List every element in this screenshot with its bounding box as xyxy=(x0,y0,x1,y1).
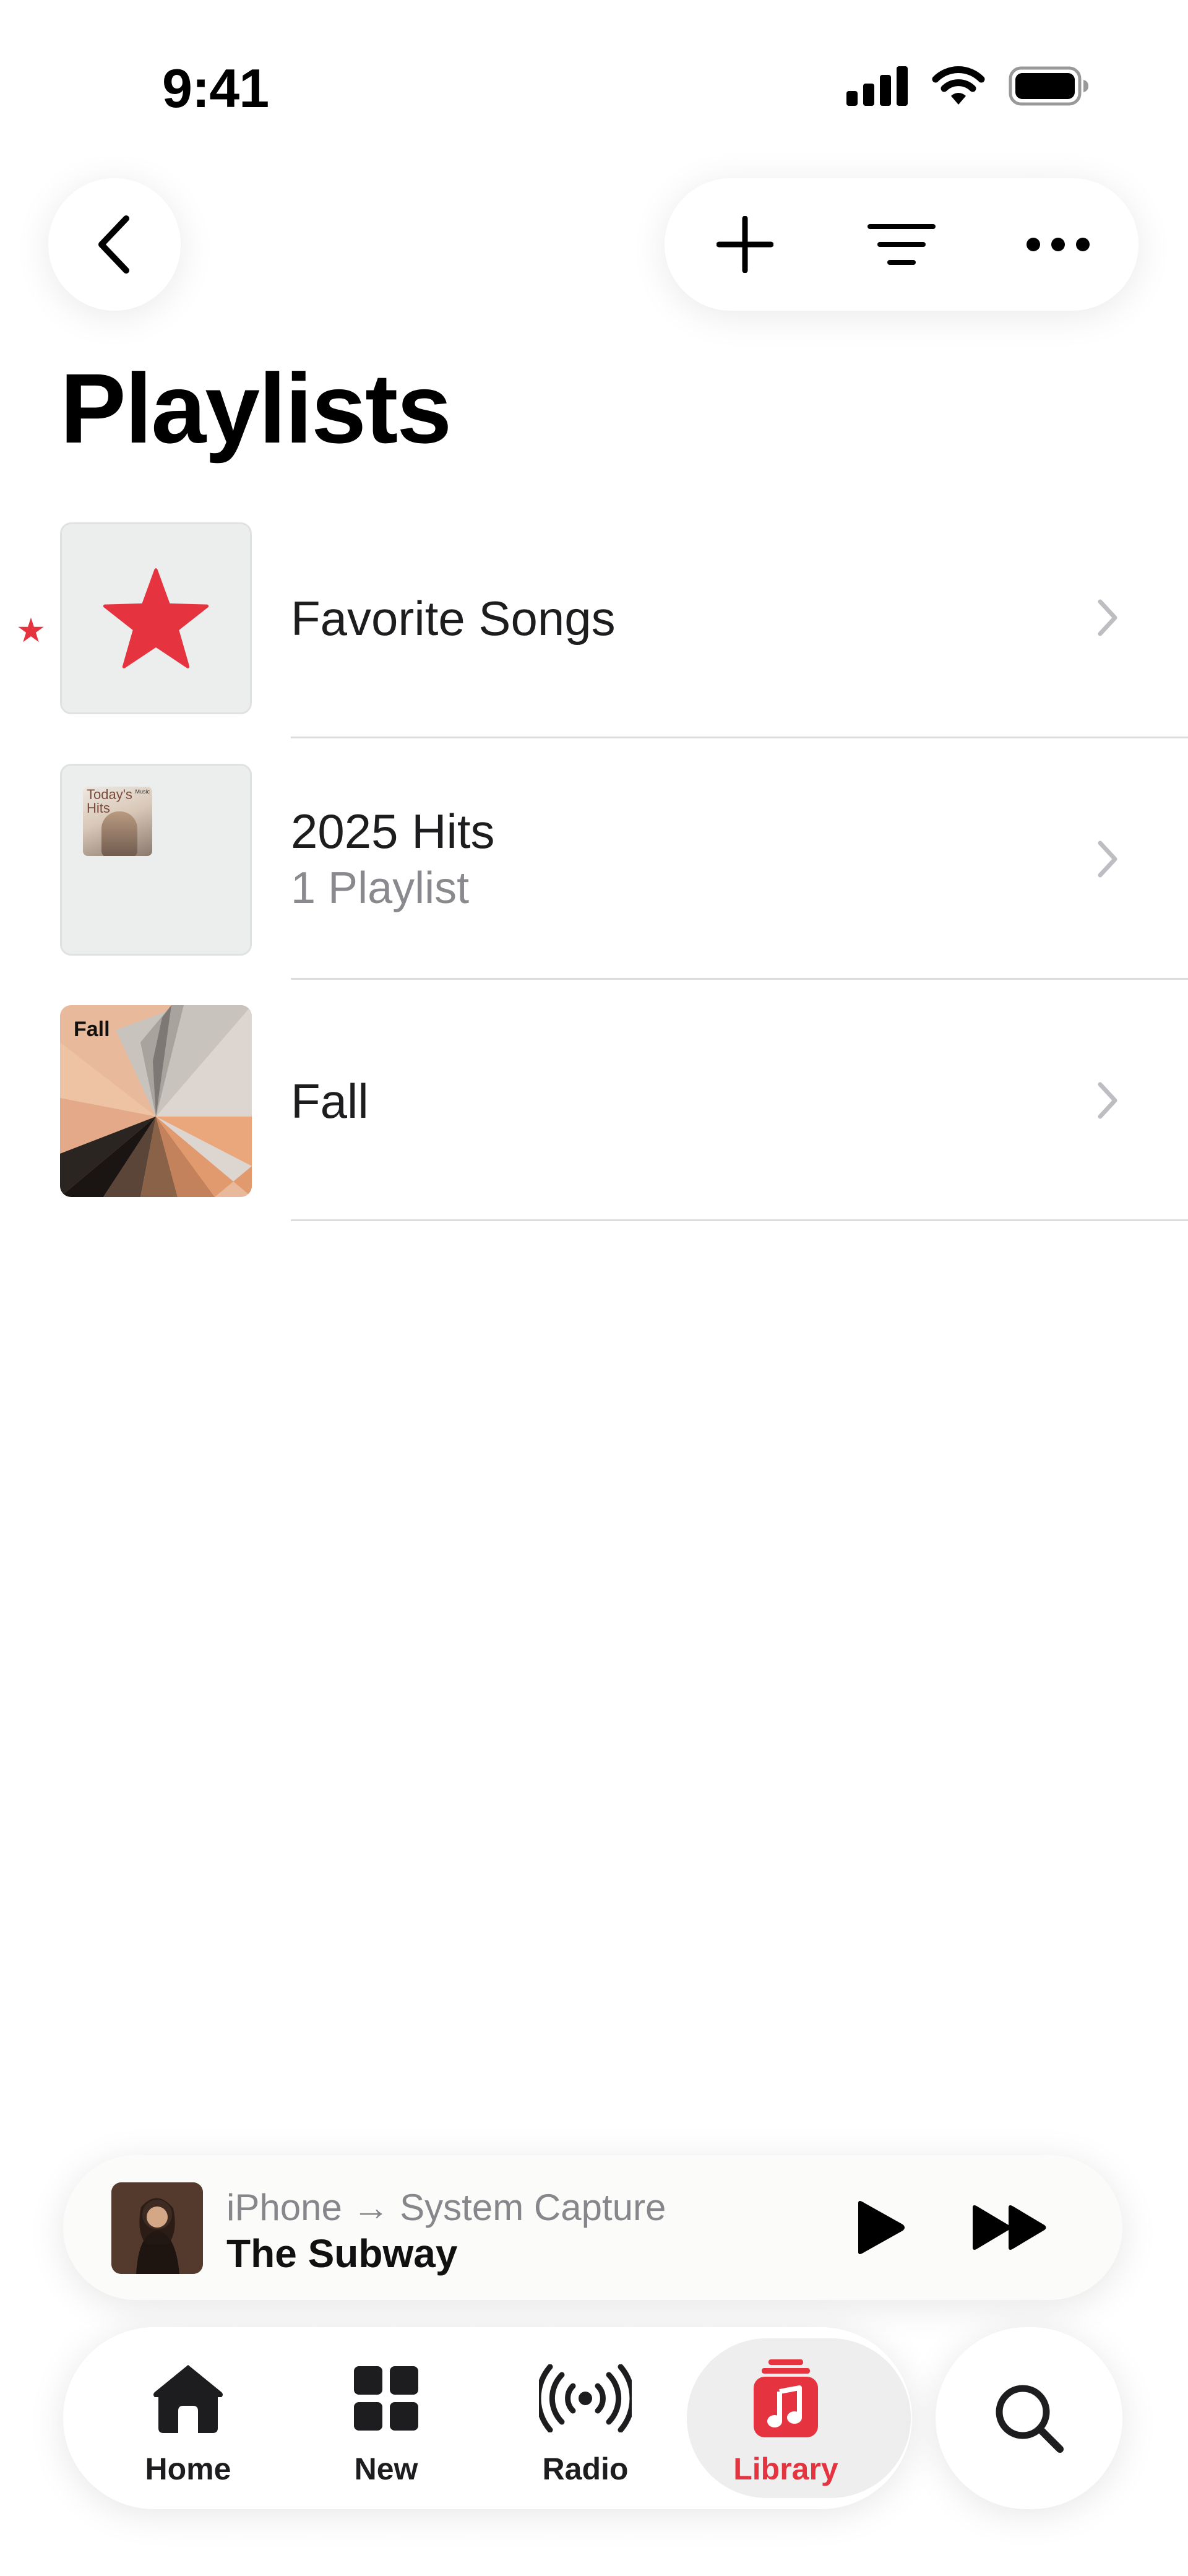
star-icon xyxy=(103,568,209,668)
row-separator xyxy=(291,978,1188,980)
status-time: 9:41 xyxy=(162,58,269,119)
now-playing-title: The Subway xyxy=(226,2231,458,2276)
back-button[interactable] xyxy=(48,178,181,311)
wifi-icon xyxy=(932,66,985,105)
row-separator xyxy=(291,1219,1188,1221)
tab-label: New xyxy=(354,2452,418,2486)
next-track-button[interactable] xyxy=(966,2193,1053,2262)
tab-label: Home xyxy=(145,2452,231,2486)
album-art-image xyxy=(111,2182,203,2274)
cover-text: Hits xyxy=(87,800,110,816)
sort-button[interactable] xyxy=(846,178,957,311)
toolbar-actions xyxy=(665,178,1138,311)
playlist-title: Fall xyxy=(291,1074,369,1128)
house-icon xyxy=(153,2365,223,2433)
now-playing-artwork xyxy=(111,2182,203,2274)
cover-text: Today's xyxy=(87,787,132,802)
tab-label: Library xyxy=(733,2452,838,2486)
cover-badge: Music xyxy=(135,789,150,795)
row-separator xyxy=(291,737,1188,738)
play-button[interactable] xyxy=(845,2193,913,2262)
playlist-row-favorite-songs[interactable]: Favorite Songs xyxy=(0,522,1188,764)
music-library-icon xyxy=(754,2359,818,2437)
status-icons xyxy=(846,64,1089,108)
fast-forward-icon xyxy=(973,2205,1046,2250)
cover-text: Fall xyxy=(74,1018,110,1041)
playlist-artwork xyxy=(60,522,252,714)
playlist-artwork: Today's Hits Music xyxy=(60,764,252,956)
playlist-row-fall[interactable]: Fall Fall xyxy=(0,1005,1188,1247)
chevron-right-icon xyxy=(1098,599,1117,636)
playlist-title: Favorite Songs xyxy=(291,591,616,646)
page-title: Playlists xyxy=(60,353,452,464)
tab-new[interactable]: New xyxy=(293,2327,479,2509)
battery-icon xyxy=(1009,66,1088,106)
mini-player[interactable]: iPhone → System Capture The Subway xyxy=(63,2155,1122,2300)
grid-icon xyxy=(354,2366,418,2431)
magnifying-glass-icon xyxy=(996,2385,1064,2453)
ellipsis-icon xyxy=(1027,238,1090,251)
tab-radio[interactable]: Radio xyxy=(493,2327,678,2509)
cellular-signal-icon xyxy=(846,66,908,106)
chevron-left-icon xyxy=(98,215,129,274)
radio-waves-icon xyxy=(539,2364,632,2432)
playlist-row-2025-hits[interactable]: Today's Hits Music 2025 Hits 1 Playlist xyxy=(0,764,1188,1005)
chevron-right-icon xyxy=(1098,841,1117,878)
play-icon xyxy=(858,2201,905,2254)
plus-icon xyxy=(717,216,773,273)
nested-playlist-cover: Today's Hits Music xyxy=(83,787,152,856)
sort-lines-icon xyxy=(867,224,936,265)
search-button[interactable] xyxy=(936,2327,1122,2509)
tab-home[interactable]: Home xyxy=(95,2327,281,2509)
playlist-artwork: Fall xyxy=(60,1005,252,1197)
tab-bar: Home New Radio Library xyxy=(63,2327,912,2509)
tab-label: Radio xyxy=(542,2452,629,2486)
favorite-star-marker-icon xyxy=(18,617,44,642)
playback-route: iPhone → System Capture xyxy=(226,2187,666,2228)
more-button[interactable] xyxy=(1002,178,1114,311)
chevron-right-icon xyxy=(1098,1082,1117,1119)
playlist-subtitle: 1 Playlist xyxy=(291,863,470,913)
add-button[interactable] xyxy=(689,178,801,311)
tab-library[interactable]: Library xyxy=(687,2327,911,2509)
playlist-title: 2025 Hits xyxy=(291,804,495,858)
